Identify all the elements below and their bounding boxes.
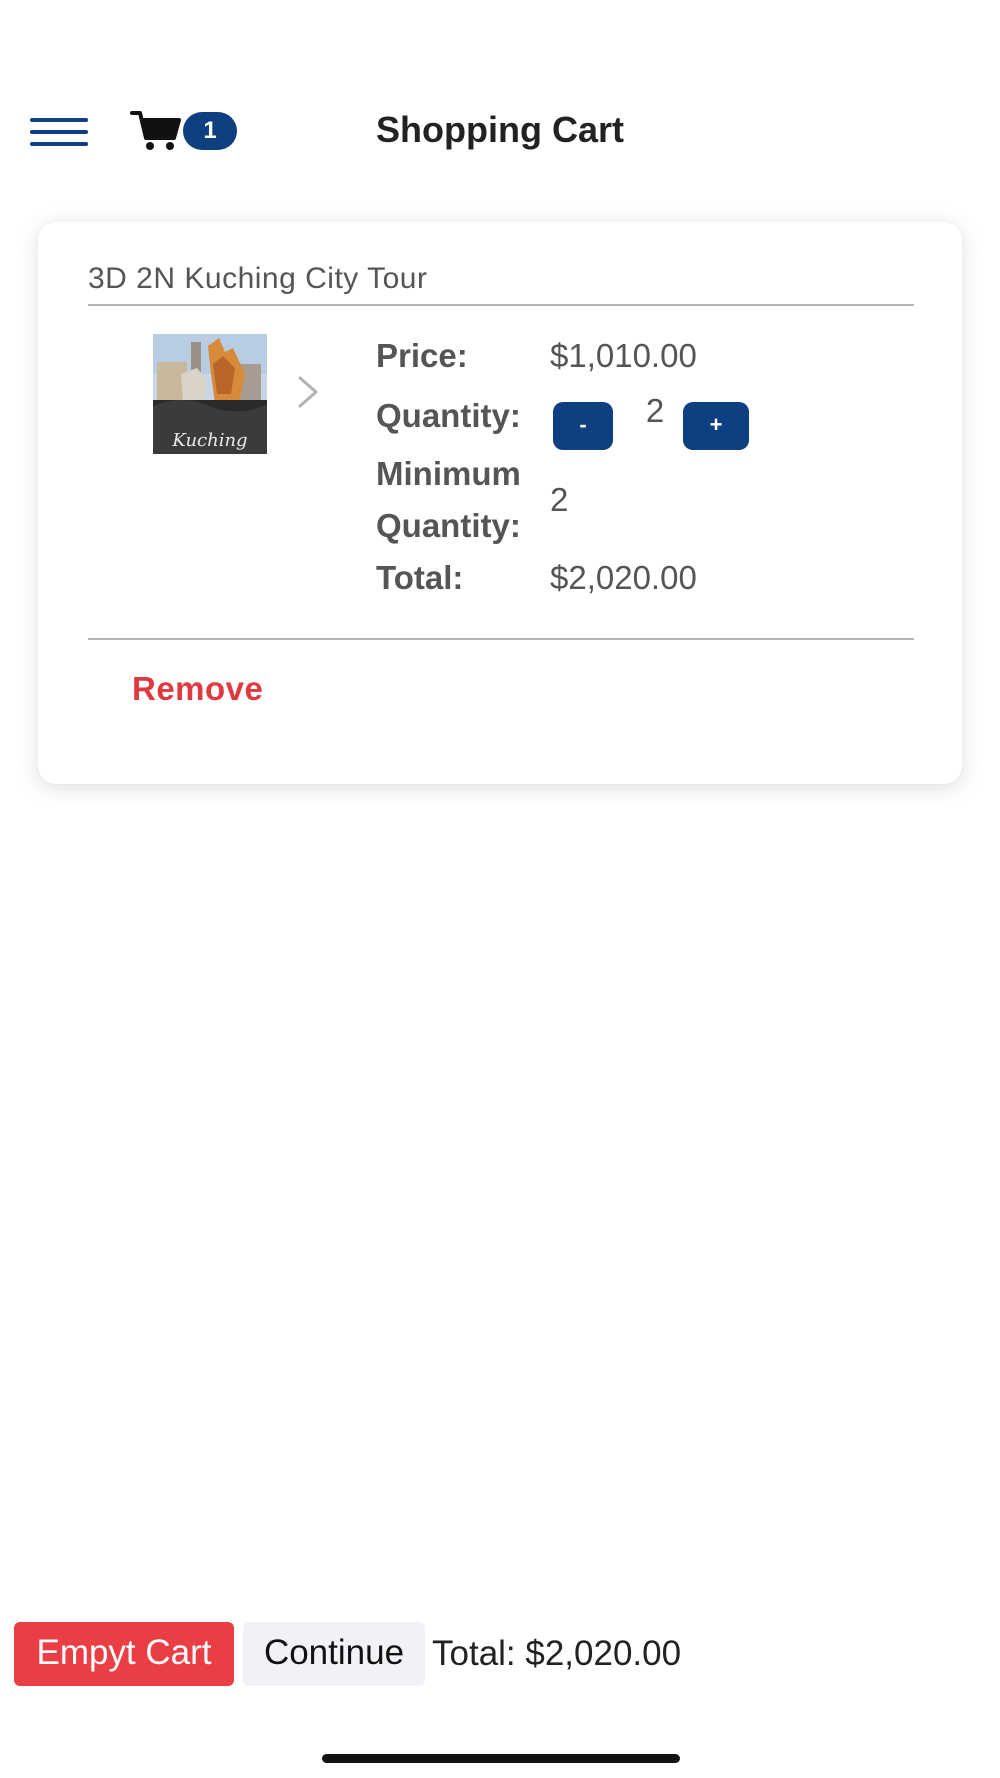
item-total-value: $2,020.00 (550, 559, 697, 596)
home-indicator[interactable] (322, 1754, 680, 1763)
thumbnail-caption: Kuching (171, 430, 247, 451)
hamburger-menu-icon[interactable] (30, 118, 88, 148)
minimum-quantity-label-line2: Quantity: (376, 507, 521, 544)
price-value: $1,010.00 (550, 337, 697, 374)
remove-button[interactable]: Remove (132, 670, 263, 708)
decrement-button[interactable]: - (553, 402, 613, 450)
shopping-cart-icon[interactable] (130, 108, 182, 152)
shopping-cart-screen: 1 Shopping Cart 3D 2N Kuching City Tour … (0, 0, 1000, 1778)
cart-total-text: Total: $2,020.00 (432, 1634, 682, 1673)
divider (88, 638, 914, 640)
price-label: Price: (376, 337, 468, 374)
page-title: Shopping Cart (376, 109, 624, 150)
cart-item-card: 3D 2N Kuching City Tour Kuching Price: $… (38, 222, 962, 784)
minimum-quantity-value: 2 (550, 481, 569, 518)
minimum-quantity-label-line1: Minimum (376, 455, 521, 492)
chevron-right-icon[interactable] (296, 374, 320, 410)
quantity-label: Quantity: (376, 397, 521, 434)
app-header: 1 Shopping Cart (0, 90, 1000, 172)
cart-footer: Empyt Cart Continue Total: $2,020.00 (0, 1622, 1000, 1686)
continue-button[interactable]: Continue (243, 1622, 425, 1686)
increment-button[interactable]: + (683, 402, 749, 450)
total-label: Total: (376, 559, 464, 596)
tour-thumbnail[interactable]: Kuching (153, 334, 267, 454)
divider (88, 304, 914, 306)
quantity-value: 2 (645, 392, 665, 429)
cart-item-name: 3D 2N Kuching City Tour (88, 262, 428, 295)
cart-count-badge: 1 (183, 112, 237, 150)
empty-cart-button[interactable]: Empyt Cart (14, 1622, 234, 1686)
